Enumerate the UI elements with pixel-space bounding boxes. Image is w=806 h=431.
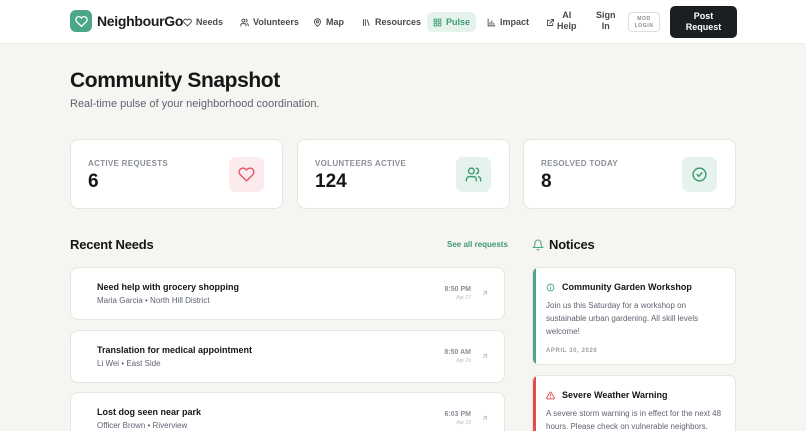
logo[interactable]: NeighbourGo <box>70 10 183 32</box>
notice-header: Community Garden Workshop <box>546 282 692 292</box>
nav-label: Needs <box>196 17 224 27</box>
nav-resources[interactable]: Resources <box>362 12 421 32</box>
heart-icon <box>183 18 192 27</box>
alert-triangle-icon <box>546 391 555 399</box>
stat-value: 6 <box>88 171 99 192</box>
nav-needs[interactable]: Needs <box>183 12 223 32</box>
notice-title: Community Garden Workshop <box>562 282 692 292</box>
info-icon <box>546 283 555 291</box>
need-time: 6:03 PM <box>444 411 471 418</box>
share-icon <box>547 18 554 26</box>
nav-label: Volunteers <box>253 17 299 27</box>
notice-card[interactable]: Community Garden Workshop Join us this S… <box>532 267 736 365</box>
stat-label: VOLUNTEERS ACTIVE <box>315 159 407 168</box>
need-meta: Maria Garcia • North Hill District <box>97 296 210 305</box>
need-date: Apr 29 <box>456 420 471 426</box>
nav-pulse[interactable]: Pulse <box>427 12 477 32</box>
need-item[interactable]: Translation for medical appointment Li W… <box>70 330 505 383</box>
notices-title: Notices <box>549 237 595 252</box>
recent-needs-heading: Recent Needs <box>70 237 154 252</box>
nav-volunteers[interactable]: Volunteers <box>240 12 299 32</box>
app-name: NeighbourGo <box>97 13 184 29</box>
need-item[interactable]: Need help with grocery shopping Maria Ga… <box>70 267 505 320</box>
grid-icon <box>433 18 442 26</box>
notice-body: Join us this Saturday for a workshop on … <box>546 301 699 336</box>
check-circle-icon <box>682 157 717 192</box>
stat-card-active-requests: ACTIVE REQUESTS 6 <box>70 139 283 209</box>
users-icon <box>240 18 249 26</box>
need-time: 8:50 PM <box>444 286 471 293</box>
arrow-up-right-icon <box>482 415 488 421</box>
bar-chart-icon <box>487 18 496 26</box>
nav-label: Map <box>326 17 344 27</box>
bell-icon <box>532 239 544 251</box>
notice-accent <box>533 376 536 431</box>
stat-value: 124 <box>315 171 347 192</box>
need-title: Lost dog seen near park <box>97 407 202 417</box>
heart-icon <box>70 10 92 32</box>
post-request-button[interactable]: Post Request <box>670 6 737 38</box>
need-title: Need help with grocery shopping <box>97 282 240 292</box>
heart-icon <box>229 157 264 192</box>
arrow-up-right-icon <box>482 353 488 359</box>
notice-body: A severe storm warning is in effect for … <box>546 409 722 431</box>
stat-card-resolved-today: RESOLVED TODAY 8 <box>523 139 736 209</box>
need-item[interactable]: Lost dog seen near park Officer Brown • … <box>70 392 505 431</box>
library-icon <box>363 18 370 26</box>
notice-date: APRIL 30, 2026 <box>546 348 598 354</box>
need-time: 8:50 AM <box>444 349 471 356</box>
notice-accent <box>533 268 536 364</box>
nav-impact[interactable]: Impact <box>487 12 529 32</box>
need-date: Apr 27 <box>456 295 471 301</box>
nav-label: Pulse <box>446 17 471 27</box>
need-title: Translation for medical appointment <box>97 345 253 355</box>
notice-header: Severe Weather Warning <box>546 390 668 400</box>
sign-in-link[interactable]: Sign In <box>596 10 616 32</box>
top-nav: NeighbourGo Needs Volunteers Map Resourc… <box>0 0 806 44</box>
notices-heading: Notices <box>532 237 595 252</box>
stat-card-volunteers-active: VOLUNTEERS ACTIVE 124 <box>297 139 510 209</box>
notice-card[interactable]: Severe Weather Warning A severe storm wa… <box>532 375 736 431</box>
nav-ai-help-label[interactable]: AI Help <box>557 10 577 32</box>
nav-label: Resources <box>375 17 422 27</box>
page-subtitle: Real-time pulse of your neighborhood coo… <box>70 98 320 110</box>
need-meta: Li Wei • East Side <box>97 359 161 368</box>
nav-label: Impact <box>500 17 530 27</box>
map-pin-icon <box>314 17 321 27</box>
nav-map[interactable]: Map <box>313 12 344 32</box>
arrow-up-right-icon <box>482 290 488 296</box>
mod-login-button[interactable]: MOD LOGIN <box>628 12 660 32</box>
stat-label: ACTIVE REQUESTS <box>88 159 169 168</box>
stat-value: 8 <box>541 171 552 192</box>
notice-title: Severe Weather Warning <box>562 390 668 400</box>
need-meta: Officer Brown • Riverview <box>97 421 188 430</box>
need-date: Apr 29 <box>456 358 471 364</box>
users-icon <box>456 157 491 192</box>
see-all-requests-link[interactable]: See all requests <box>447 240 508 249</box>
page-title: Community Snapshot <box>70 69 280 92</box>
stat-label: RESOLVED TODAY <box>541 159 618 168</box>
